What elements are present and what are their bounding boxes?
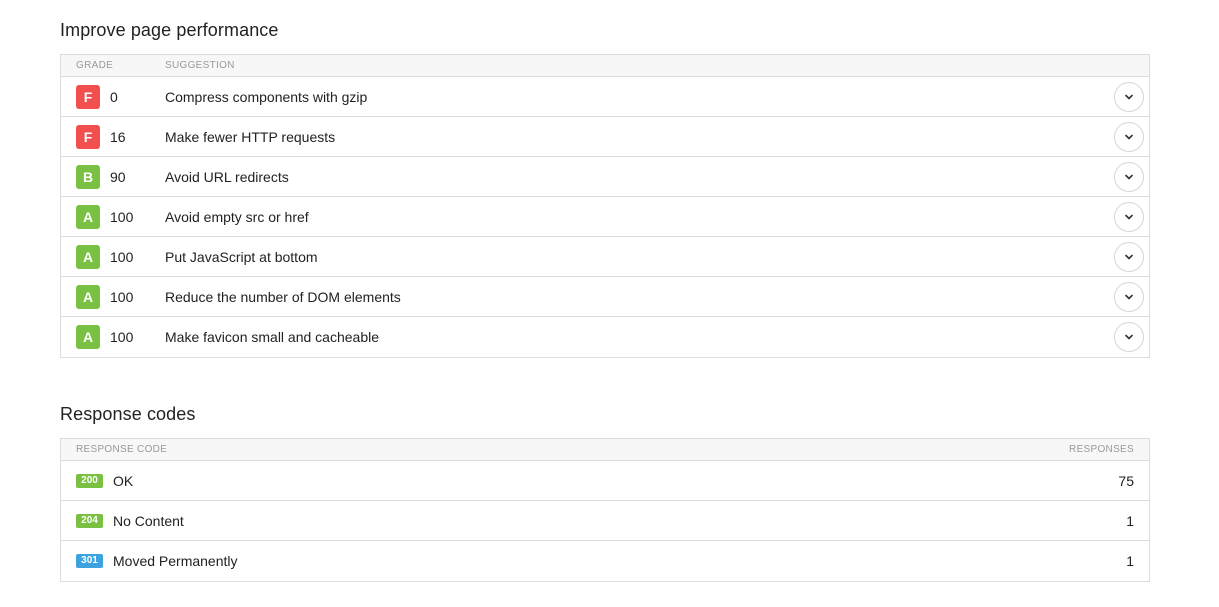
performance-table: GRADE SUGGESTION F 0 Compress components w… (60, 54, 1150, 358)
grade-badge: B (76, 165, 100, 189)
grade-badge: A (76, 205, 100, 229)
expand-button[interactable] (1114, 82, 1144, 112)
grade-badge: A (76, 245, 100, 269)
suggestion-column-header: SUGGESTION (165, 60, 235, 71)
expand-button[interactable] (1114, 202, 1144, 232)
suggestion-row[interactable]: A 100 Avoid empty src or href (61, 197, 1149, 237)
chevron-down-icon (1125, 334, 1133, 340)
grade-column-header: GRADE (76, 60, 114, 71)
grade-score: 100 (110, 209, 134, 225)
status-code-badge: 301 (76, 554, 103, 568)
chevron-down-icon (1125, 294, 1133, 300)
status-code-label: No Content (113, 513, 184, 529)
response-code-row: 301 Moved Permanently 1 (61, 541, 1149, 581)
response-codes-title: Response codes (60, 404, 196, 424)
expand-button[interactable] (1114, 282, 1144, 312)
responses-column-header: RESPONSES (1069, 444, 1134, 455)
response-codes-table: RESPONSE CODE RESPONSES 200 OK 75 204 No Con… (60, 438, 1150, 582)
response-codes-section: Response codes RESPONSE CODE RESPONSES 2… (60, 402, 1150, 582)
response-code-column-header: RESPONSE CODE (76, 444, 168, 455)
suggestion-row[interactable]: A 100 Reduce the number of DOM elements (61, 277, 1149, 317)
status-code-badge: 204 (76, 514, 103, 528)
grade-score: 90 (110, 169, 126, 185)
suggestion-row[interactable]: A 100 Put JavaScript at bottom (61, 237, 1149, 277)
suggestion-row[interactable]: B 90 Avoid URL redirects (61, 157, 1149, 197)
response-codes-table-header: RESPONSE CODE RESPONSES (61, 439, 1149, 461)
grade-badge: A (76, 325, 100, 349)
status-code-badge: 200 (76, 474, 103, 488)
performance-section: Improve page performance GRADE SUGGESTIO… (60, 18, 1150, 358)
chevron-down-icon (1125, 94, 1133, 100)
chevron-down-icon (1125, 214, 1133, 220)
response-count: 1 (1126, 553, 1134, 569)
response-code-row: 204 No Content 1 (61, 501, 1149, 541)
expand-button[interactable] (1114, 242, 1144, 272)
chevron-down-icon (1125, 174, 1133, 180)
expand-button[interactable] (1114, 162, 1144, 192)
grade-score: 100 (110, 289, 134, 305)
expand-button[interactable] (1114, 322, 1144, 352)
suggestion-row[interactable]: F 0 Compress components with gzip (61, 77, 1149, 117)
suggestion-text: Avoid empty src or href (165, 209, 309, 225)
grade-badge: F (76, 125, 100, 149)
performance-table-header: GRADE SUGGESTION (61, 55, 1149, 77)
grade-badge: F (76, 85, 100, 109)
suggestion-text: Reduce the number of DOM elements (165, 289, 401, 305)
suggestion-row[interactable]: A 100 Make favicon small and cacheable (61, 317, 1149, 357)
suggestion-text: Compress components with gzip (165, 89, 368, 105)
response-code-row: 200 OK 75 (61, 461, 1149, 501)
status-code-label: OK (113, 473, 134, 489)
suggestion-text: Put JavaScript at bottom (165, 249, 318, 265)
suggestion-text: Make favicon small and cacheable (165, 329, 380, 345)
grade-score: 0 (110, 89, 118, 105)
suggestion-text: Make fewer HTTP requests (165, 129, 336, 145)
suggestion-row[interactable]: F 16 Make fewer HTTP requests (61, 117, 1149, 157)
grade-score: 16 (110, 129, 126, 145)
chevron-down-icon (1125, 134, 1133, 140)
status-code-label: Moved Permanently (113, 553, 238, 569)
chevron-down-icon (1125, 254, 1133, 260)
grade-badge: A (76, 285, 100, 309)
grade-score: 100 (110, 329, 134, 345)
suggestion-text: Avoid URL redirects (165, 169, 289, 185)
expand-button[interactable] (1114, 122, 1144, 152)
response-count: 75 (1118, 473, 1134, 489)
performance-title: Improve page performance (60, 20, 279, 40)
grade-score: 100 (110, 249, 134, 265)
response-count: 1 (1126, 513, 1134, 529)
